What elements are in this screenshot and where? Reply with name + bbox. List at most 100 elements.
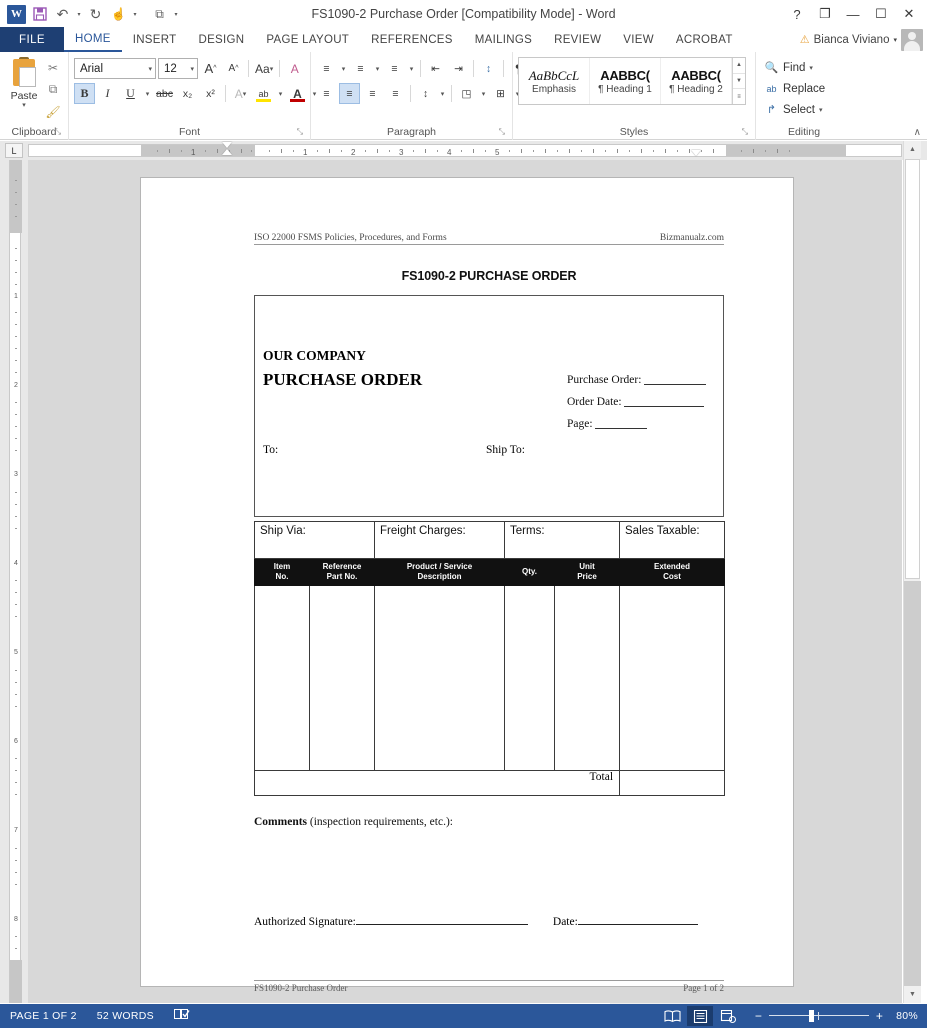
cell-item-no[interactable] xyxy=(254,585,310,771)
zoom-slider[interactable] xyxy=(769,1010,870,1022)
order-date-blank[interactable] xyxy=(624,395,705,407)
purchase-order-table[interactable]: Ship Via: Freight Charges: Terms: Sales … xyxy=(253,521,726,796)
styles-scroll-up-icon[interactable]: ▲ xyxy=(733,58,745,74)
zoom-control[interactable]: − + 80% xyxy=(743,1009,918,1023)
replace-button[interactable]: ab Replace xyxy=(761,79,828,98)
ship-via-cell[interactable]: Ship Via: xyxy=(253,521,376,559)
hanging-indent-marker[interactable] xyxy=(222,149,232,155)
paragraph-dialog-launcher-icon[interactable]: ⤡ xyxy=(499,124,505,139)
undo-icon[interactable]: ↶ xyxy=(52,4,73,25)
page-blank[interactable] xyxy=(595,417,648,429)
vertical-ruler-track[interactable]: 1 2 3 4 5 6 7 8 xyxy=(9,160,22,1003)
text-effects-icon[interactable]: A ▾ xyxy=(230,83,251,104)
multilevel-list-icon[interactable]: ≡ xyxy=(384,58,405,79)
line-spacing-arrow-icon[interactable]: ▾ xyxy=(438,83,447,104)
sales-taxable-cell[interactable]: Sales Taxable: xyxy=(619,521,726,559)
account-dropdown-arrow-icon[interactable]: ▾ xyxy=(893,36,897,44)
table-body-row[interactable] xyxy=(254,585,726,771)
grow-font-icon[interactable]: A ^ xyxy=(200,58,221,79)
tab-references[interactable]: REFERENCES xyxy=(360,27,464,52)
numbering-arrow-icon[interactable]: ▾ xyxy=(373,58,382,79)
align-right-icon[interactable]: ≡ xyxy=(362,83,383,104)
maximize-button[interactable]: ☐ xyxy=(867,1,895,27)
collapse-ribbon-icon[interactable]: ∧ xyxy=(914,127,921,138)
vertical-scrollbar[interactable]: ▲ ▼ xyxy=(903,141,921,1003)
tab-acrobat[interactable]: ACROBAT xyxy=(664,27,744,52)
styles-scroll-down-icon[interactable]: ▼ xyxy=(733,74,745,90)
word-count[interactable]: 52 WORDS xyxy=(87,1010,164,1022)
font-color-icon[interactable]: A xyxy=(287,83,308,104)
cell-unit-price[interactable] xyxy=(554,585,621,771)
minimize-button[interactable]: — xyxy=(839,1,867,27)
customize-qat-arrow-icon[interactable]: ▾ xyxy=(172,4,180,25)
style-emphasis[interactable]: AaBbCcL Emphasis xyxy=(519,58,590,104)
increase-indent-icon[interactable]: ⇥ xyxy=(448,58,469,79)
ribbon-display-options-button[interactable]: ❐ xyxy=(811,1,839,27)
scroll-up-button[interactable]: ▲ xyxy=(904,141,921,158)
multilevel-arrow-icon[interactable]: ▾ xyxy=(407,58,416,79)
paste-button[interactable]: Paste ▾ xyxy=(5,55,43,110)
page-indicator[interactable]: PAGE 1 OF 2 xyxy=(0,1010,87,1022)
sort-icon[interactable]: ↕ xyxy=(478,58,499,79)
document-canvas[interactable]: ISO 22000 FSMS Policies, Procedures, and… xyxy=(28,160,902,1003)
font-dialog-launcher-icon[interactable]: ⤡ xyxy=(297,124,303,139)
redo-icon[interactable]: ↻ xyxy=(85,4,106,25)
underline-button[interactable]: U xyxy=(120,83,141,104)
first-line-indent-marker[interactable] xyxy=(222,142,232,148)
copy-icon[interactable]: ⧉ xyxy=(43,80,63,99)
tab-review[interactable]: REVIEW xyxy=(543,27,613,52)
select-button[interactable]: ↱ Select ▾ xyxy=(761,100,828,119)
font-family-arrow-icon[interactable]: ▾ xyxy=(148,65,152,73)
style-heading-1[interactable]: AABBC( ¶ Heading 1 xyxy=(590,58,661,104)
tab-home[interactable]: HOME xyxy=(64,27,122,52)
read-mode-button[interactable] xyxy=(659,1006,685,1026)
document-page[interactable]: ISO 22000 FSMS Policies, Procedures, and… xyxy=(140,177,794,993)
paste-dropdown-arrow-icon[interactable]: ▾ xyxy=(22,102,26,110)
font-family-input[interactable]: Arial ▾ xyxy=(74,58,156,79)
cell-qty[interactable] xyxy=(504,585,556,771)
find-button[interactable]: 🔍 Find ▾ xyxy=(761,58,828,77)
clear-formatting-icon[interactable]: A xyxy=(284,58,305,79)
format-painter-icon[interactable]: 🖌 xyxy=(43,102,63,121)
zoom-in-button[interactable]: + xyxy=(874,1009,885,1023)
purchase-order-number-blank[interactable] xyxy=(644,373,707,385)
save-icon[interactable] xyxy=(29,4,50,25)
cell-extended-cost[interactable] xyxy=(619,585,726,771)
bullets-icon[interactable]: ≡ xyxy=(316,58,337,79)
scroll-track-lower[interactable] xyxy=(904,581,921,986)
account-area[interactable]: ⚠ Bianca Viviano ▾ xyxy=(799,27,927,52)
total-value-cell[interactable] xyxy=(619,770,726,796)
avatar[interactable] xyxy=(901,28,923,51)
proofing-errors-icon[interactable] xyxy=(164,1008,200,1024)
styles-more-icon[interactable]: ≡ xyxy=(733,89,745,104)
font-size-input[interactable]: 12 ▾ xyxy=(158,58,198,79)
zoom-level-label[interactable]: 80% xyxy=(890,1010,918,1022)
tab-mailings[interactable]: MAILINGS xyxy=(463,27,544,52)
horizontal-ruler-track[interactable]: 1 1 2 3 4 5 xyxy=(28,144,902,157)
horizontal-ruler[interactable]: L 1 1 2 3 4 5 xyxy=(0,141,927,160)
style-heading-2[interactable]: AABBC( ¶ Heading 2 xyxy=(661,58,732,104)
close-button[interactable]: ✕ xyxy=(895,1,923,27)
tab-insert[interactable]: INSERT xyxy=(121,27,188,52)
underline-arrow-icon[interactable]: ▾ xyxy=(143,83,152,104)
undo-dropdown-arrow-icon[interactable]: ▾ xyxy=(75,4,83,25)
subscript-button[interactable]: x₂ xyxy=(177,83,198,104)
cut-icon[interactable]: ✂ xyxy=(43,58,63,77)
scroll-down-button[interactable]: ▼ xyxy=(904,986,921,1003)
select-dropdown-arrow-icon[interactable]: ▾ xyxy=(819,106,823,114)
customize-qat-icon[interactable]: ⧉ xyxy=(149,4,170,25)
text-highlight-color-icon[interactable]: ab xyxy=(253,83,274,104)
right-indent-marker[interactable] xyxy=(691,150,701,156)
align-center-icon[interactable]: ≡ xyxy=(339,83,360,104)
find-dropdown-arrow-icon[interactable]: ▾ xyxy=(809,64,813,72)
tab-file[interactable]: FILE xyxy=(0,27,64,52)
zoom-slider-thumb[interactable] xyxy=(809,1010,815,1022)
cell-reference-part-no[interactable] xyxy=(308,585,376,771)
tab-stop-selector[interactable]: L xyxy=(5,143,23,158)
align-left-icon[interactable]: ≡ xyxy=(316,83,337,104)
touch-dropdown-arrow-icon[interactable]: ▾ xyxy=(131,4,139,25)
borders-icon[interactable]: ⊞ xyxy=(490,83,511,104)
table-total-row[interactable]: Total xyxy=(253,770,726,796)
shading-arrow-icon[interactable]: ▾ xyxy=(479,83,488,104)
italic-button[interactable]: I xyxy=(97,83,118,104)
